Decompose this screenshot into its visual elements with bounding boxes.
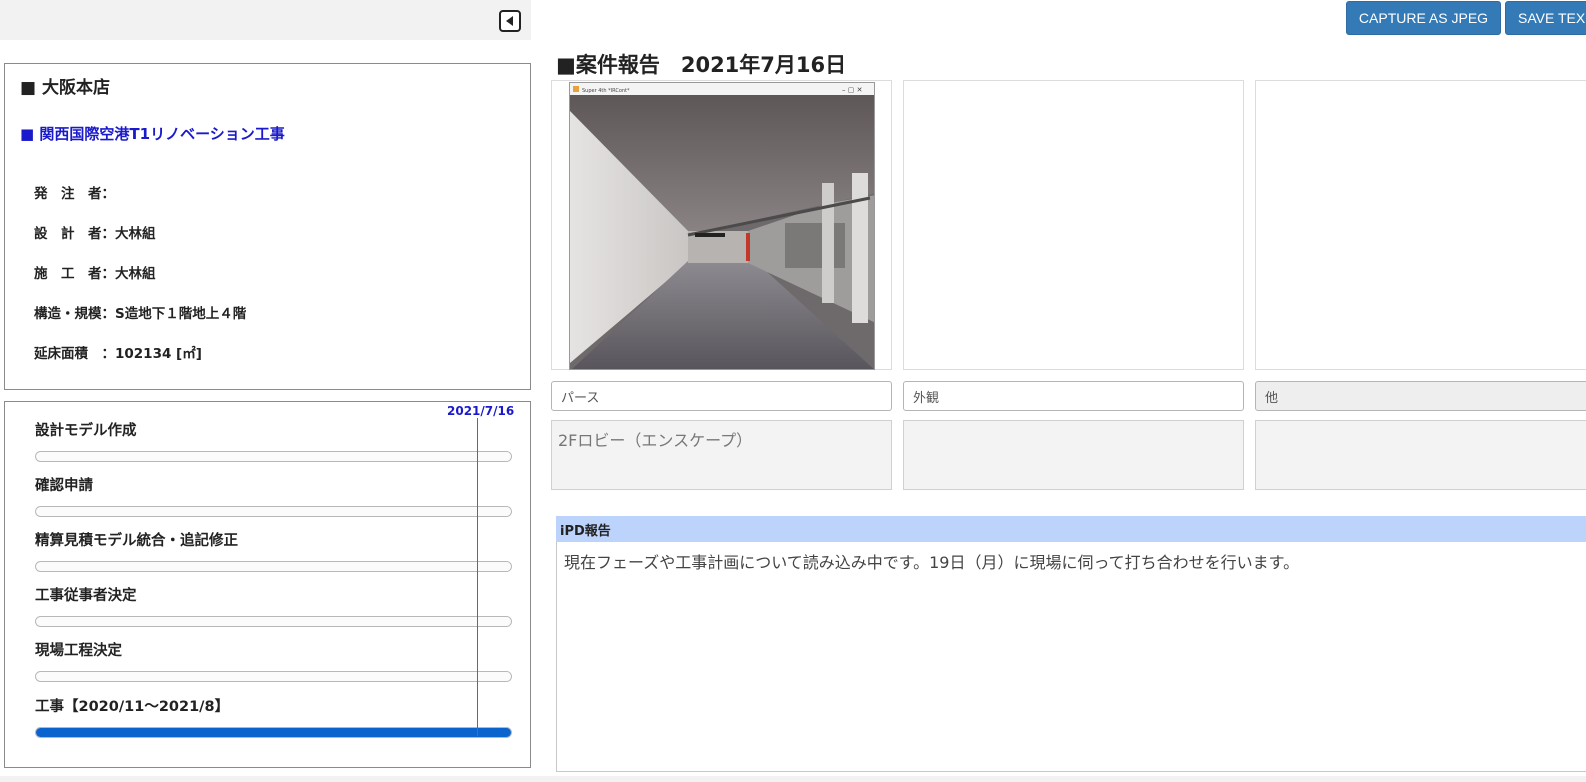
task-label: 確認申請 — [35, 478, 93, 494]
task-progress-fill — [36, 728, 511, 737]
collapse-panel-button[interactable] — [499, 10, 521, 32]
save-text-button[interactable]: SAVE TEX — [1505, 1, 1586, 35]
task-progress-bar — [35, 671, 512, 682]
task-progress-bar — [35, 506, 512, 517]
branch-title: ■ 大阪本店 — [20, 78, 110, 98]
caption-input-2[interactable]: 外観 — [903, 381, 1244, 411]
report-title: ■案件報告 2021年7月16日 — [556, 53, 847, 77]
window-title: Super 4th *IRCont* — [582, 88, 630, 94]
rendering-screenshot-image: Super 4th *IRCont* – ▢ ✕ — [569, 82, 875, 370]
photo-card-2[interactable] — [903, 80, 1244, 370]
task-progress-bar — [35, 451, 512, 462]
description-textarea-3[interactable] — [1255, 420, 1586, 490]
project-title: ■ 関西国際空港T1リノベーション工事 — [20, 125, 285, 143]
task-progress-bar — [35, 561, 512, 572]
info-row-client: 発 注 者： — [34, 186, 115, 202]
ipd-report-textarea[interactable]: 現在フェーズや工事計画について読み込み中です。19日（月）に現場に伺って打ち合わ… — [556, 542, 1586, 772]
caption-input-3[interactable]: 他 — [1255, 381, 1586, 411]
svg-text:– ▢ ✕: – ▢ ✕ — [842, 86, 862, 94]
task-label: 設計モデル作成 — [35, 423, 137, 439]
caption-input-1[interactable]: パース — [551, 381, 892, 411]
caret-left-icon — [506, 16, 513, 26]
bottom-strip — [0, 776, 1586, 782]
today-marker-line — [477, 418, 478, 736]
task-progress-bar — [35, 727, 512, 738]
info-row-structure: 構造・規模：S造地下１階地上４階 — [34, 306, 247, 322]
description-textarea-1[interactable]: 2Fロビー（エンスケープ） — [551, 420, 892, 490]
info-row-floor-area: 延床面積 ：102134 [㎡] — [34, 346, 202, 362]
capture-jpeg-button[interactable]: CAPTURE AS JPEG — [1346, 1, 1501, 35]
task-label: 工事【2020/11～2021/8】 — [35, 699, 230, 715]
info-row-contractor: 施 工 者：大林組 — [34, 266, 156, 282]
info-row-designer: 設 計 者：大林組 — [34, 226, 156, 242]
task-label: 工事従事者決定 — [35, 588, 137, 604]
description-textarea-2[interactable] — [903, 420, 1244, 490]
today-date-label: 2021/7/16 — [447, 404, 515, 418]
task-label: 現場工程決定 — [35, 643, 122, 659]
photo-card-3[interactable] — [1255, 80, 1586, 370]
task-label: 精算見積モデル統合・追記修正 — [35, 533, 238, 549]
task-progress-bar — [35, 616, 512, 627]
left-panel-header-bar — [0, 0, 531, 40]
ipd-report-header: iPD報告 — [556, 516, 1586, 542]
